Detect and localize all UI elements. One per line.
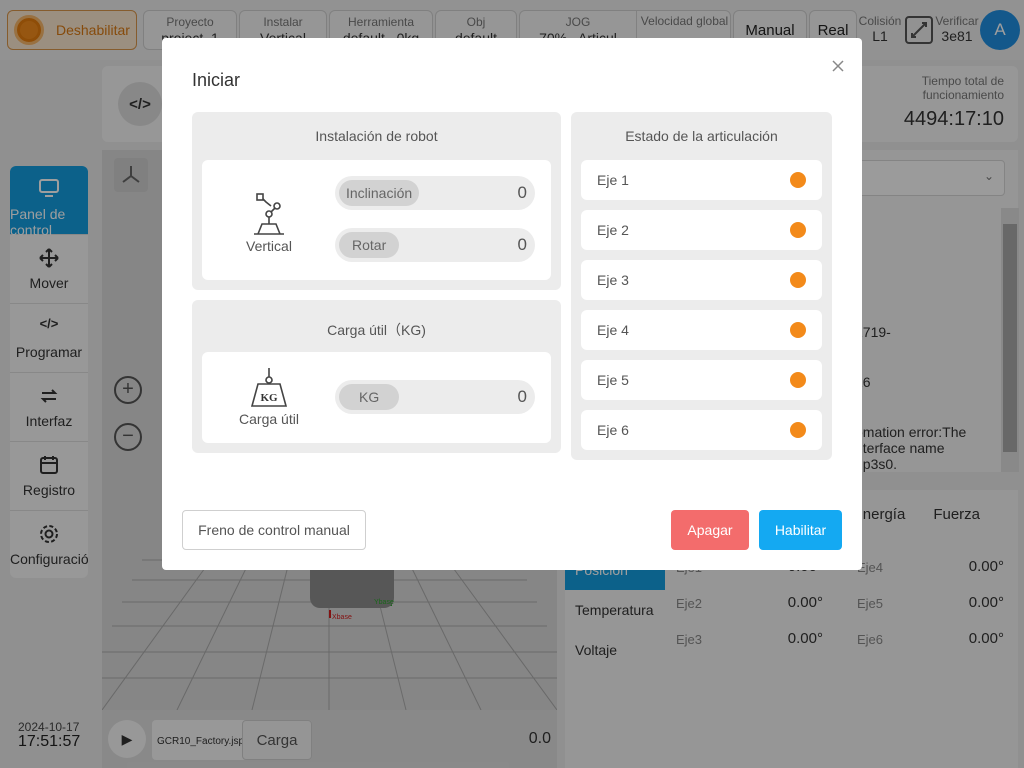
status-dot-icon xyxy=(790,322,806,338)
tilt-field[interactable]: Inclinación 0 xyxy=(335,176,535,210)
weight-icon: KG xyxy=(250,366,288,408)
install-card-title: Instalación de robot xyxy=(315,128,438,144)
joint-name: Eje 4 xyxy=(597,322,629,338)
joint-row-3: Eje 3 xyxy=(581,260,822,300)
joint-name: Eje 6 xyxy=(597,422,629,438)
status-dot-icon xyxy=(790,172,806,188)
status-dot-icon xyxy=(790,272,806,288)
payload-kg-value: 0 xyxy=(517,387,527,406)
joint-row-1: Eje 1 xyxy=(581,160,822,200)
status-dot-icon xyxy=(790,422,806,438)
install-card-body: Vertical Inclinación 0 Rotar 0 xyxy=(202,160,551,280)
joint-row-6: Eje 6 xyxy=(581,410,822,450)
payload-icon-label: Carga útil xyxy=(239,411,299,427)
status-dot-icon xyxy=(790,222,806,238)
joint-name: Eje 3 xyxy=(597,272,629,288)
payload-card: Carga útil（KG) KG Carga útil KG 0 xyxy=(192,300,561,453)
joint-row-2: Eje 2 xyxy=(581,210,822,250)
joint-row-5: Eje 5 xyxy=(581,360,822,400)
payload-card-body: KG Carga útil KG 0 xyxy=(202,352,551,443)
rotate-label: Rotar xyxy=(339,232,400,258)
weight-icon-text: KG xyxy=(260,392,278,404)
power-off-button[interactable]: Apagar xyxy=(671,510,749,550)
joint-name: Eje 2 xyxy=(597,222,629,238)
start-dialog: Iniciar Instalación de robot Vertical In… xyxy=(162,38,862,570)
robot-arm-icon xyxy=(248,192,290,236)
payload-card-title: Carga útil（KG) xyxy=(327,322,426,338)
tilt-value: 0 xyxy=(517,183,527,202)
install-card: Instalación de robot Vertical Inclinació… xyxy=(192,112,561,290)
joint-status-card: Estado de la articulación Eje 1 Eje 2 Ej… xyxy=(571,112,832,460)
status-dot-icon xyxy=(790,372,806,388)
tilt-label: Inclinación xyxy=(339,180,420,206)
joint-name: Eje 1 xyxy=(597,172,629,188)
joint-status-title: Estado de la articulación xyxy=(625,128,778,144)
joint-row-4: Eje 4 xyxy=(581,310,822,350)
dialog-title: Iniciar xyxy=(192,70,241,90)
install-icon-label: Vertical xyxy=(246,238,292,254)
rotate-value: 0 xyxy=(517,235,527,254)
manual-brake-button[interactable]: Freno de control manual xyxy=(182,510,366,550)
joint-name: Eje 5 xyxy=(597,372,629,388)
rotate-field[interactable]: Rotar 0 xyxy=(335,228,535,262)
payload-kg-field[interactable]: KG 0 xyxy=(335,380,535,414)
close-icon[interactable] xyxy=(830,58,846,74)
payload-kg-label: KG xyxy=(339,384,400,410)
enable-button[interactable]: Habilitar xyxy=(759,510,842,550)
